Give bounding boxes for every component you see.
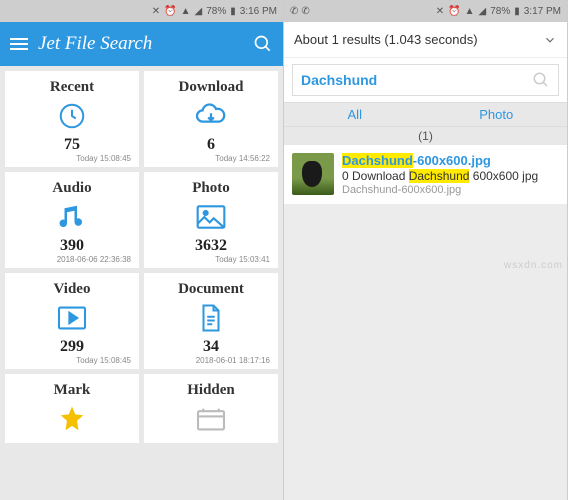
status-right: ✕ ⏰ ▲ ◢ 78% ▮ 3:17 PM [436, 6, 561, 17]
battery-text: 78% [206, 6, 226, 17]
card-download[interactable]: Download 6 Today 14:56:22 [144, 71, 278, 167]
card-count: 75 [64, 136, 80, 154]
search-box[interactable] [292, 64, 559, 96]
battery-icon: ▮ [514, 6, 520, 17]
battery-icon: ▮ [230, 6, 236, 17]
signal-icon: ◢ [479, 6, 487, 17]
result-path: Dachshund-600x600.jpg [342, 184, 538, 196]
status-bar: ✆ ✆ ✕ ⏰ ▲ ◢ 78% ▮ 3:17 PM [284, 0, 567, 22]
app-title: Jet File Search [38, 33, 243, 55]
right-screen: ✆ ✆ ✕ ⏰ ▲ ◢ 78% ▮ 3:17 PM About 1 result… [284, 0, 568, 500]
tab-photo[interactable]: Photo [426, 103, 568, 126]
card-title: Audio [52, 180, 91, 197]
alarm-icon: ⏰ [448, 6, 460, 17]
search-icon[interactable] [532, 71, 550, 89]
card-title: Document [178, 281, 244, 298]
card-timestamp: Today 15:08:45 [76, 356, 131, 365]
card-title: Hidden [187, 382, 235, 399]
star-icon [57, 403, 87, 435]
card-photo[interactable]: Photo 3632 Today 15:03:41 [144, 172, 278, 268]
result-thumbnail [292, 153, 334, 195]
battery-text: 78% [490, 6, 510, 17]
menu-icon[interactable] [10, 38, 28, 50]
card-title: Photo [192, 180, 230, 197]
card-mark[interactable]: Mark [5, 374, 139, 443]
left-screen: ✕ ⏰ ▲ ◢ 78% ▮ 3:16 PM Jet File Search Re… [0, 0, 284, 500]
clock-text: 3:16 PM [240, 6, 277, 17]
tab-count: (1) [284, 127, 567, 145]
clock-icon [57, 100, 87, 132]
video-icon [56, 302, 88, 334]
card-document[interactable]: Document 34 2018-06-01 18:17:16 [144, 273, 278, 369]
alarm-icon: ⏰ [164, 6, 176, 17]
card-title: Download [178, 79, 243, 96]
photo-icon [195, 201, 227, 233]
status-bar: ✕ ⏰ ▲ ◢ 78% ▮ 3:16 PM [0, 0, 283, 22]
highlight: Dachshund [342, 153, 413, 168]
hidden-icon [195, 403, 227, 435]
card-count: 34 [203, 338, 219, 356]
results-summary-text: About 1 results (1.043 seconds) [294, 32, 478, 47]
clock-text: 3:17 PM [524, 6, 561, 17]
watermark: wsxdn.com [504, 260, 563, 271]
card-title: Video [54, 281, 91, 298]
filter-tabs: All Photo [284, 102, 567, 127]
mute-icon: ✕ [436, 6, 444, 17]
card-timestamp: Today 14:56:22 [215, 154, 270, 163]
card-recent[interactable]: Recent 75 Today 15:08:45 [5, 71, 139, 167]
cloud-download-icon [194, 100, 228, 132]
card-hidden[interactable]: Hidden [144, 374, 278, 443]
card-timestamp: Today 15:08:45 [76, 154, 131, 163]
card-timestamp: 2018-06-01 18:17:16 [196, 356, 270, 365]
status-left: ✆ ✆ [290, 6, 310, 17]
music-icon [57, 201, 87, 233]
card-timestamp: 2018-06-06 22:36:38 [57, 255, 131, 264]
category-grid: Recent 75 Today 15:08:45 Download 6 Toda… [0, 66, 283, 448]
result-item[interactable]: Dachshund-600x600.jpg 0 Download Dachshu… [284, 145, 567, 204]
card-timestamp: Today 15:03:41 [215, 255, 270, 264]
wifi-icon: ▲ [181, 6, 191, 17]
whatsapp-icon: ✆ [290, 6, 298, 17]
card-count: 390 [60, 237, 84, 255]
card-count: 6 [207, 136, 215, 154]
result-text: Dachshund-600x600.jpg 0 Download Dachshu… [342, 153, 538, 196]
whatsapp-icon: ✆ [301, 6, 309, 17]
signal-icon: ◢ [195, 6, 203, 17]
status-left [6, 6, 9, 17]
results-summary-bar: About 1 results (1.043 seconds) [284, 22, 567, 58]
document-icon [197, 302, 225, 334]
result-subtitle: 0 Download Dachshund 600x600 jpg [342, 169, 538, 183]
highlight: Dachshund [409, 169, 470, 183]
card-title: Recent [50, 79, 94, 96]
wifi-icon: ▲ [465, 6, 475, 17]
card-count: 299 [60, 338, 84, 356]
search-icon[interactable] [253, 34, 273, 54]
chevron-down-icon[interactable] [543, 33, 557, 47]
search-input[interactable] [301, 72, 532, 88]
tab-all[interactable]: All [284, 103, 426, 126]
status-right: ✕ ⏰ ▲ ◢ 78% ▮ 3:16 PM [152, 6, 277, 17]
card-video[interactable]: Video 299 Today 15:08:45 [5, 273, 139, 369]
app-bar: Jet File Search [0, 22, 283, 66]
card-count: 3632 [195, 237, 227, 255]
card-audio[interactable]: Audio 390 2018-06-06 22:36:38 [5, 172, 139, 268]
card-title: Mark [54, 382, 91, 399]
mute-icon: ✕ [152, 6, 160, 17]
result-title: Dachshund-600x600.jpg [342, 153, 538, 168]
results-list: Dachshund-600x600.jpg 0 Download Dachshu… [284, 145, 567, 500]
